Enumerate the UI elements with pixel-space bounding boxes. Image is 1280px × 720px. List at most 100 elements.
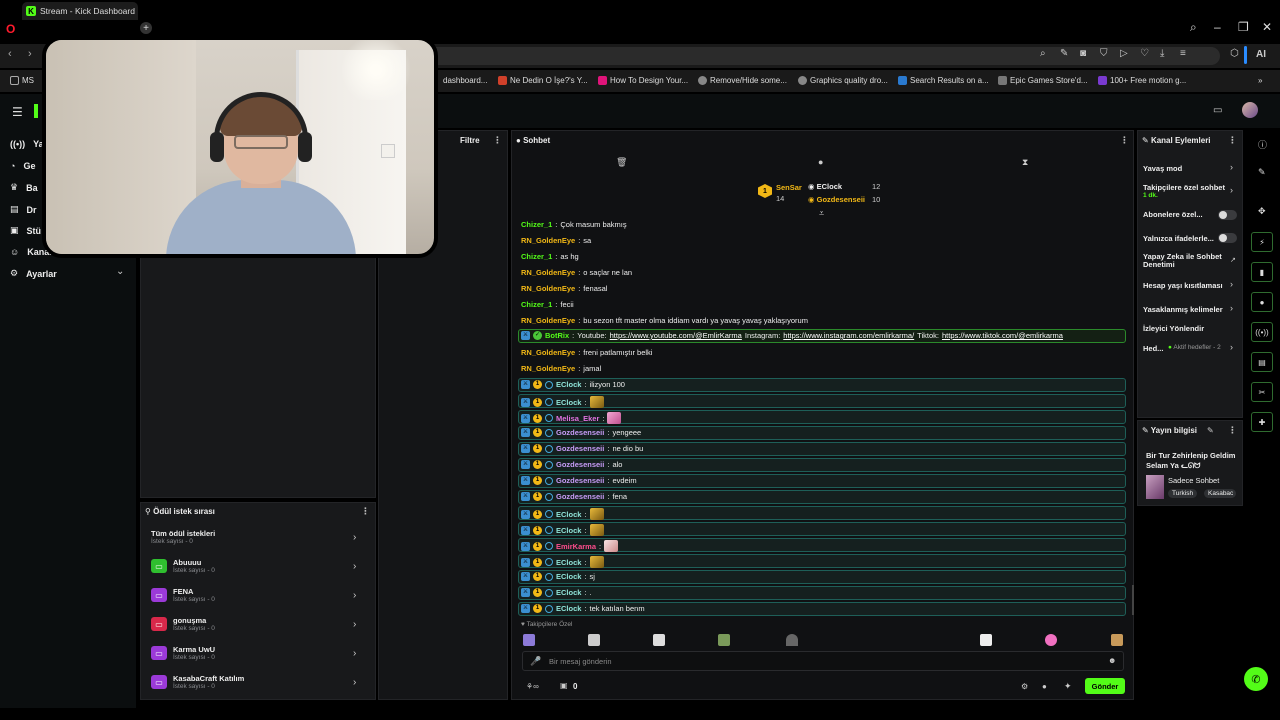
- chat-username[interactable]: EClock: [556, 588, 581, 597]
- chat-username[interactable]: Chizer_1: [521, 220, 552, 229]
- chat-username[interactable]: EClock: [556, 510, 581, 519]
- emote-button[interactable]: [1045, 634, 1057, 646]
- leader-name[interactable]: ◉ Gozdesenseii: [808, 195, 865, 204]
- category-thumbnail[interactable]: [1146, 475, 1164, 499]
- move-icon[interactable]: ✥: [1258, 206, 1266, 217]
- filter-menu-icon[interactable]: ⋮: [493, 135, 502, 146]
- chat-username[interactable]: RN_GoldenEye: [521, 316, 575, 325]
- send-icon[interactable]: ▷: [1120, 48, 1128, 59]
- bookmark-item[interactable]: Graphics quality dro...: [798, 76, 888, 85]
- extensions-icon[interactable]: ⬡: [1230, 48, 1239, 59]
- close-window-icon[interactable]: ✕: [1262, 20, 1272, 34]
- sidebar-item-settings[interactable]: ⚙ Ayarlar: [10, 268, 57, 279]
- quick-action-broadcast-icon[interactable]: ((•)): [1251, 322, 1273, 342]
- emote-icon[interactable]: [589, 508, 604, 520]
- youtube-link[interactable]: https://www.youtube.com/@EmlirKarma: [610, 331, 742, 340]
- menu-icon[interactable]: ≡: [1180, 48, 1186, 59]
- chat-username[interactable]: EClock: [556, 558, 581, 567]
- chat-username[interactable]: EClock: [556, 604, 581, 613]
- chat-menu-icon[interactable]: ⋮: [1120, 135, 1129, 146]
- emote-button[interactable]: [786, 634, 798, 646]
- chat-username[interactable]: RN_GoldenEye: [521, 284, 575, 293]
- maximize-icon[interactable]: ❐: [1238, 20, 1249, 34]
- sidebar-item-studio[interactable]: ▣ Stü: [10, 225, 41, 236]
- chevron-right-icon[interactable]: ›: [1230, 279, 1233, 289]
- chevron-down-icon[interactable]: ⌄: [116, 266, 124, 277]
- chat-username[interactable]: RN_GoldenEye: [521, 268, 575, 277]
- ai-moderation-item[interactable]: Yapay Zeka ile Sohbet Denetimi: [1143, 253, 1225, 269]
- hamburger-icon[interactable]: ☰: [12, 105, 23, 119]
- reward-item[interactable]: ▭ FENA İstek sayısı - 0: [151, 587, 215, 603]
- quick-action-ad-icon[interactable]: ▤: [1251, 352, 1273, 372]
- account-age-item[interactable]: Hesap yaşı kısıtlaması: [1143, 281, 1223, 290]
- reward-item[interactable]: ▭ KasabaCraft Katılım İstek sayısı - 0: [151, 674, 244, 690]
- chevron-right-icon[interactable]: ›: [1230, 342, 1233, 352]
- chat-username[interactable]: Chizer_1: [521, 252, 552, 261]
- emotes-only-toggle[interactable]: [1218, 233, 1237, 243]
- category-name[interactable]: Sadece Sohbet: [1168, 476, 1219, 485]
- bookmark-item[interactable]: Ne Dedin O İşe?'s Y...: [498, 76, 588, 85]
- chat-username[interactable]: Gozdesenseii: [556, 476, 604, 485]
- leader-name[interactable]: SenSar: [776, 183, 802, 192]
- reward-queue-menu-icon[interactable]: ⋮: [361, 506, 370, 517]
- sidebar-item-drops[interactable]: ▤ Dr: [10, 204, 37, 215]
- bookmark-item[interactable]: 100+ Free motion g...: [1098, 76, 1186, 85]
- download-icon[interactable]: ⤓: [1160, 48, 1164, 59]
- chevron-right-icon[interactable]: ›: [1230, 185, 1233, 195]
- avatar[interactable]: [1242, 102, 1258, 118]
- camera-icon[interactable]: ◙: [1080, 48, 1086, 59]
- instagram-link[interactable]: https://www.instagram.com/emlirkarma/: [783, 331, 914, 340]
- quick-action-tools-icon[interactable]: ✂: [1251, 382, 1273, 402]
- chat-bubble-icon[interactable]: ●: [818, 157, 823, 167]
- reward-item[interactable]: ▭ Karma UwU İstek sayısı - 0: [151, 645, 215, 661]
- chevron-right-icon[interactable]: ›: [353, 561, 356, 572]
- shield-icon[interactable]: ⛉: [1100, 48, 1108, 59]
- quick-action-chat-icon[interactable]: ●: [1251, 292, 1273, 312]
- emote-icon[interactable]: [589, 524, 604, 536]
- minimize-icon[interactable]: –: [1214, 20, 1221, 34]
- mod-tools-icon[interactable]: ✦: [1064, 681, 1072, 692]
- emoji-icon[interactable]: ☻: [1108, 656, 1116, 665]
- forward-icon[interactable]: ›: [28, 48, 32, 60]
- raid-item[interactable]: İzleyici Yönlendir: [1143, 324, 1204, 333]
- support-chat-icon[interactable]: ✆: [1244, 667, 1268, 691]
- goals-item[interactable]: Hed...: [1143, 344, 1163, 353]
- mobile-preview-icon[interactable]: ▭: [1213, 105, 1222, 116]
- stream-info-menu-icon[interactable]: ⋮: [1228, 425, 1237, 436]
- search-icon[interactable]: ⌕: [1040, 48, 1046, 59]
- new-tab-button[interactable]: +: [140, 22, 152, 34]
- chat-username[interactable]: Chizer_1: [521, 300, 552, 309]
- chat-username[interactable]: EClock: [556, 526, 581, 535]
- chevron-right-icon[interactable]: ›: [353, 590, 356, 601]
- emote-button[interactable]: [980, 634, 992, 646]
- chat-message-input[interactable]: Bir mesaj gönderin: [522, 651, 1124, 671]
- chevron-right-icon[interactable]: ›: [353, 648, 356, 659]
- bookmark-item[interactable]: dashboard...: [443, 76, 487, 85]
- all-rewards-item[interactable]: Tüm ödül istekleri İstek sayısı - 0: [151, 529, 215, 545]
- send-button[interactable]: Gönder: [1085, 678, 1125, 694]
- emote-icon[interactable]: [604, 540, 619, 552]
- chat-username[interactable]: EClock: [556, 398, 581, 407]
- chat-username[interactable]: Gozdesenseii: [556, 492, 604, 501]
- chat-username[interactable]: RN_GoldenEye: [521, 236, 575, 245]
- hourglass-icon[interactable]: ⧗: [1022, 157, 1028, 168]
- chat-bubble-icon[interactable]: ●: [1042, 682, 1047, 691]
- bookmark-item[interactable]: Search Results on a...: [898, 76, 989, 85]
- chat-scrollbar[interactable]: [1132, 585, 1134, 615]
- heart-icon[interactable]: ♡: [1140, 48, 1149, 59]
- emote-button[interactable]: [523, 634, 535, 646]
- opera-logo[interactable]: O: [6, 22, 15, 36]
- ai-button[interactable]: AI: [1256, 49, 1266, 60]
- back-icon[interactable]: ‹: [8, 48, 12, 60]
- chevron-right-icon[interactable]: ›: [1230, 162, 1233, 172]
- kick-logo[interactable]: [34, 104, 38, 118]
- banned-words-item[interactable]: Yasaklanmış kelimeler: [1143, 305, 1223, 314]
- bookmark-item[interactable]: Epic Games Store'd...: [998, 76, 1088, 85]
- quick-action-note-icon[interactable]: ▮: [1251, 262, 1273, 282]
- emote-button[interactable]: [718, 634, 730, 646]
- emote-button[interactable]: [653, 634, 665, 646]
- chat-username[interactable]: RN_GoldenEye: [521, 348, 575, 357]
- pencil-icon[interactable]: ✎: [1258, 167, 1266, 178]
- more-bookmarks-icon[interactable]: »: [1258, 76, 1262, 85]
- chevron-right-icon[interactable]: ›: [353, 532, 356, 543]
